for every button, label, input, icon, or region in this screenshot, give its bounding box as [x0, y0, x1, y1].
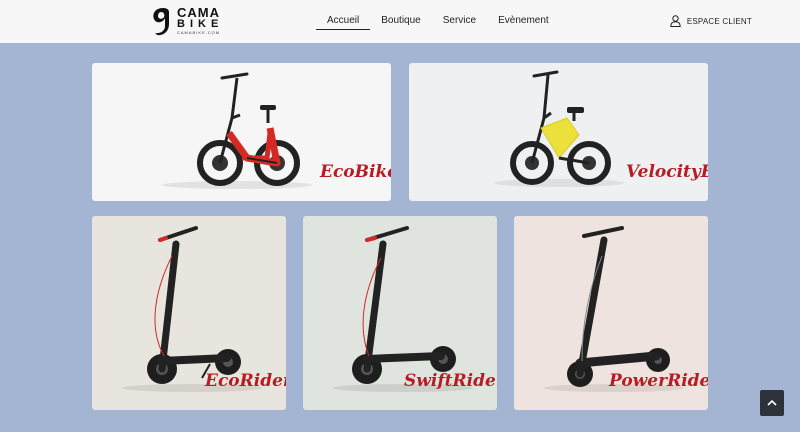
nav-boutique[interactable]: Boutique — [370, 14, 431, 28]
user-icon — [670, 15, 681, 27]
camabike-logo[interactable]: CAMA BIKE CAMABIKE.COM — [150, 5, 225, 37]
site-header: CAMA BIKE CAMABIKE.COM Accueil Boutique … — [0, 0, 800, 43]
espace-client-label: ESPACE CLIENT — [686, 16, 752, 26]
main-nav: Accueil Boutique Service Evènement — [316, 14, 560, 30]
product-label-ecorider: EcoRider — [205, 371, 286, 391]
product-label-ecobike: EcoBike — [320, 162, 391, 182]
product-label-velocitye: VelocityE — [626, 162, 708, 182]
logo-text-domain: CAMABIKE.COM — [177, 30, 221, 35]
chevron-up-icon — [767, 399, 777, 406]
nav-service[interactable]: Service — [432, 14, 487, 28]
product-label-swiftrider: SwiftRider — [404, 371, 497, 391]
product-label-powerrider: PowerRider — [609, 371, 708, 391]
product-card-swiftrider[interactable]: SwiftRider — [303, 216, 497, 410]
espace-client-link[interactable]: ESPACE CLIENT — [670, 15, 752, 27]
product-card-ecorider[interactable]: EcoRider — [92, 216, 286, 410]
nav-evenement[interactable]: Evènement — [487, 14, 560, 28]
scroll-to-top-button[interactable] — [760, 390, 784, 416]
product-card-velocitye[interactable]: VelocityE — [409, 63, 708, 201]
logo-mark-icon — [153, 8, 169, 36]
logo-text-bike: BIKE — [177, 18, 224, 30]
nav-accueil[interactable]: Accueil — [316, 14, 371, 30]
product-card-ecobike[interactable]: EcoBike — [92, 63, 391, 201]
product-card-powerrider[interactable]: PowerRider — [514, 216, 708, 410]
